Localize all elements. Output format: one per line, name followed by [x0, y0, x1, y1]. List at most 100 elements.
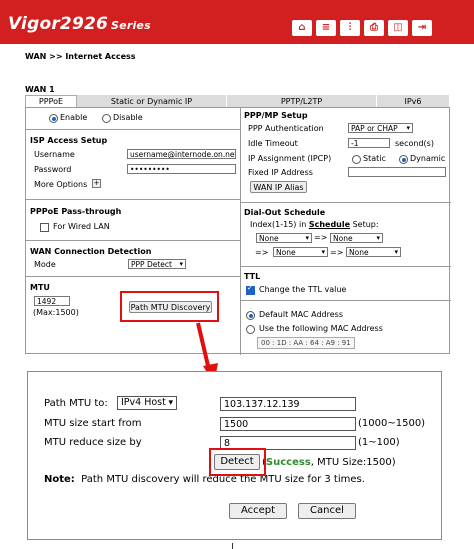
username-label: Username	[34, 150, 75, 159]
schedule-select-4[interactable]: None	[346, 247, 401, 257]
tab-bar: PPPoE Static or Dynamic IP PPTP/L2TP IPv…	[25, 95, 450, 107]
mode-select[interactable]: PPP Detect	[128, 259, 186, 269]
wired-lan-label: For Wired LAN	[53, 222, 110, 231]
schedule-arrow-3: =>	[330, 248, 344, 257]
tab-static-dynamic-ip[interactable]: Static or Dynamic IP	[77, 95, 227, 107]
settings-icon[interactable]: ⫶	[340, 20, 360, 36]
mtu-section-title: MTU	[30, 283, 50, 292]
isp-section-title: ISP Access Setup	[30, 136, 108, 145]
home-icon[interactable]: ⌂	[292, 20, 312, 36]
success-text: Success	[265, 457, 311, 468]
wan-ip-alias-button[interactable]: WAN IP Alias	[250, 181, 307, 193]
enable-label: Enable	[60, 113, 88, 122]
following-mac-radio[interactable]	[246, 325, 255, 334]
dynamic-radio[interactable]	[399, 155, 408, 164]
idle-timeout-label: Idle Timeout	[248, 139, 298, 148]
brand-logo: Vigor2926 Series	[8, 14, 151, 34]
following-mac-label: Use the following MAC Address	[259, 324, 383, 333]
brand-name: Vigor2926	[8, 14, 109, 34]
divider	[240, 266, 451, 267]
wan-title: WAN 1	[25, 85, 55, 94]
enable-radio[interactable]	[49, 114, 58, 123]
decorative-tick	[232, 543, 233, 549]
disable-label: Disable	[113, 113, 143, 122]
book-icon[interactable]: ◫	[388, 20, 408, 36]
cancel-button[interactable]: Cancel	[298, 503, 356, 519]
default-mac-radio[interactable]	[246, 311, 255, 320]
mac-octet: AA	[293, 339, 304, 347]
fixed-ip-label: Fixed IP Address	[248, 168, 313, 177]
result-mtu-size: , MTU Size:1500)	[310, 457, 396, 468]
tab-ipv6[interactable]: IPv6	[377, 95, 450, 107]
mtu-start-input[interactable]: 1500	[220, 417, 356, 431]
ttl-checkbox[interactable]	[246, 284, 255, 295]
ip-type-select[interactable]: IPv4 Host	[117, 396, 177, 410]
detection-section-title: WAN Connection Detection	[30, 247, 152, 256]
schedule-link[interactable]: Schedule	[309, 220, 350, 229]
divider	[26, 129, 240, 130]
schedule-select-2[interactable]: None	[330, 233, 383, 243]
tab-pptp-l2tp[interactable]: PPTP/L2TP	[227, 95, 377, 107]
note-text: Note: Path MTU discovery will reduce the…	[44, 474, 365, 485]
passthrough-section-title: PPPoE Pass-through	[30, 207, 122, 216]
host-input[interactable]: 103.137.12.139	[220, 397, 356, 411]
expand-plus-icon[interactable]: +	[92, 179, 101, 188]
ppp-section-title: PPP/MP Setup	[244, 111, 308, 120]
top-bar: Vigor2926 Series ⌂ ≡ ⫶ ⎙ ◫ ⇥	[0, 0, 474, 44]
note-label: Note:	[44, 474, 75, 485]
ttl-change-label: Change the TTL value	[259, 285, 347, 294]
mac-octet: 00	[261, 339, 270, 347]
path-mtu-label: Path MTU to:	[44, 398, 108, 409]
password-label: Password	[34, 165, 72, 174]
fixed-ip-input[interactable]	[348, 167, 446, 177]
mac-octet: A9	[325, 339, 335, 347]
username-input[interactable]: username@internode.on.net	[127, 149, 236, 159]
disable-radio[interactable]	[102, 114, 111, 123]
wired-lan-checkbox[interactable]	[40, 223, 49, 232]
breadcrumb: WAN >> Internet Access	[25, 52, 136, 61]
mac-address-field[interactable]: 00 : 1D : AA : 64 : A9 : 91	[257, 337, 355, 349]
dynamic-label: Dynamic	[410, 154, 446, 163]
highlight-box-detect	[209, 448, 266, 476]
logout-icon[interactable]: ⇥	[412, 20, 432, 36]
mode-label: Mode	[34, 260, 56, 269]
auth-select[interactable]: PAP or CHAP	[348, 123, 413, 133]
ip-assignment-label: IP Assignment (IPCP)	[248, 154, 332, 163]
schedule-index-text: Index(1-15) in Schedule Setup:	[250, 220, 379, 229]
password-input[interactable]: •••••••••	[127, 164, 236, 174]
top-icon-bar: ⌂ ≡ ⫶ ⎙ ◫ ⇥	[292, 20, 432, 36]
mtu-reduce-label: MTU reduce size by	[44, 437, 142, 448]
column-divider	[240, 108, 241, 355]
mtu-reduce-range: (1~100)	[358, 437, 400, 448]
highlight-box-path-mtu	[120, 291, 219, 322]
idle-timeout-input[interactable]: -1	[348, 138, 390, 148]
mtu-input[interactable]: 1492	[34, 296, 70, 306]
schedule-arrow-2: =>	[255, 248, 269, 257]
tab-pppoe[interactable]: PPPoE	[25, 95, 77, 107]
mac-octet: 1D	[276, 339, 287, 347]
schedule-index-suffix: Setup:	[350, 220, 379, 229]
accept-button[interactable]: Accept	[229, 503, 287, 519]
divider	[240, 202, 451, 203]
auth-label: PPP Authentication	[248, 124, 324, 133]
schedule-arrow-1: =>	[314, 233, 328, 242]
dialout-section-title: Dial-Out Schedule	[244, 208, 326, 217]
more-options-label: More Options	[34, 180, 88, 189]
static-radio[interactable]	[352, 155, 361, 164]
idle-timeout-unit: second(s)	[395, 139, 434, 148]
divider	[26, 276, 240, 277]
divider	[26, 240, 240, 241]
schedule-select-3[interactable]: None	[273, 247, 328, 257]
mtu-start-range: (1000~1500)	[358, 418, 426, 429]
menu-icon[interactable]: ≡	[316, 20, 336, 36]
detect-result: (Success, MTU Size:1500)	[262, 457, 396, 468]
brand-series: Series	[111, 19, 151, 32]
schedule-select-1[interactable]: None	[256, 233, 312, 243]
mtu-start-label: MTU size start from	[44, 418, 142, 429]
divider	[240, 300, 451, 301]
print-icon[interactable]: ⎙	[364, 20, 384, 36]
default-mac-label: Default MAC Address	[259, 310, 343, 319]
mtu-max-label: (Max:1500)	[33, 308, 79, 317]
divider	[26, 199, 240, 200]
static-label: Static	[363, 154, 386, 163]
